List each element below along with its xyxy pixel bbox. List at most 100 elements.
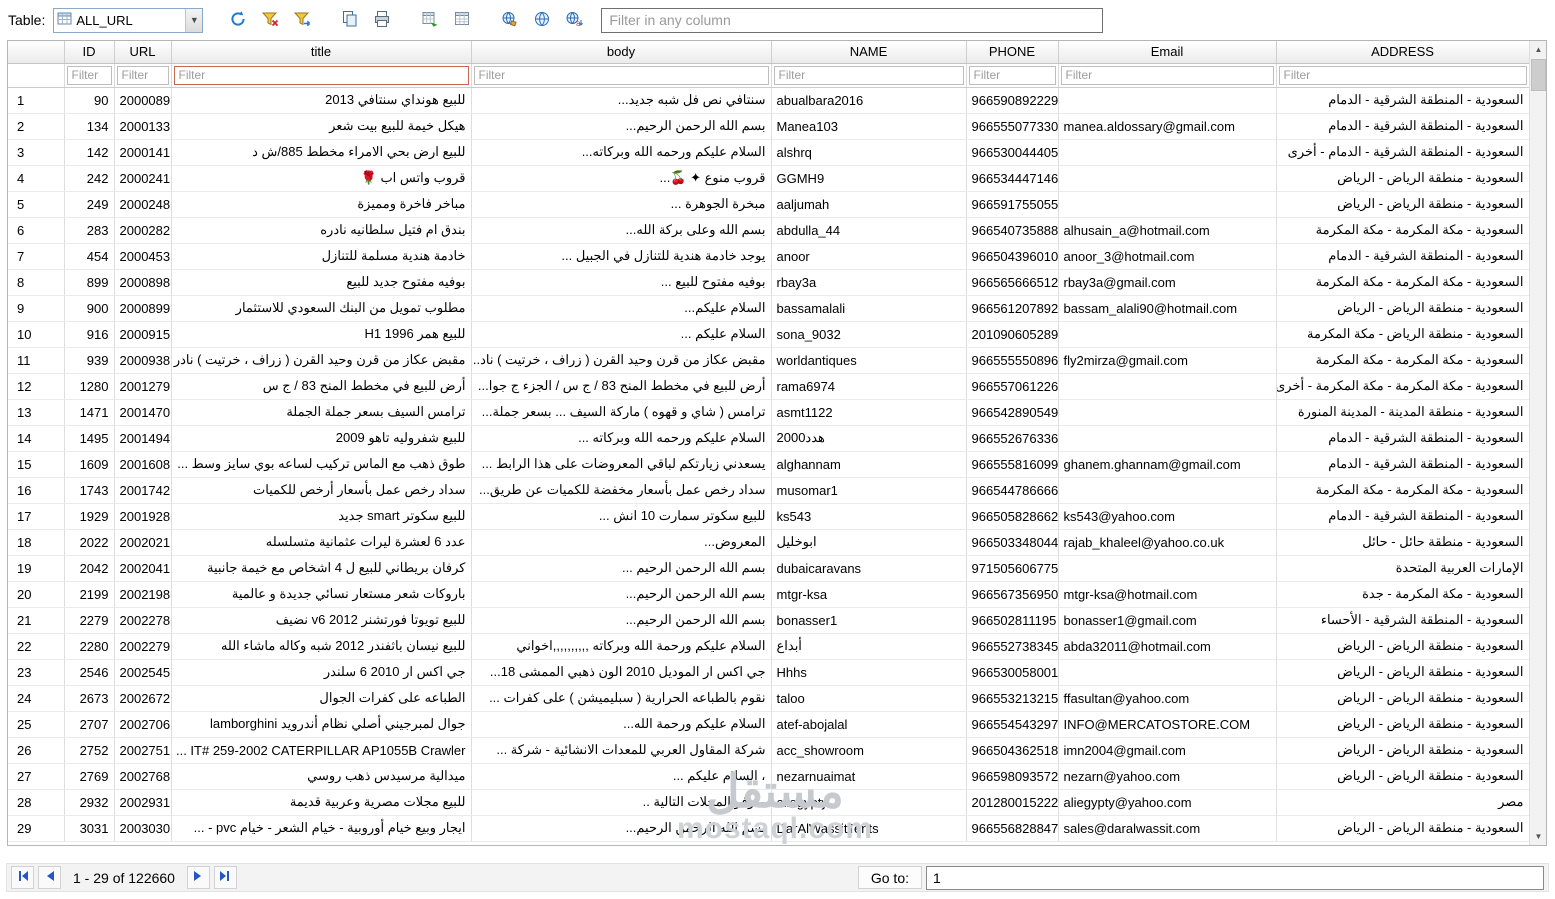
table-row[interactable]: 3 142 2000141 للبيع ارض بحي الامراء مخطط 88…: [8, 139, 1530, 166]
column-header-phone[interactable]: PHONE: [966, 41, 1059, 64]
cell-email[interactable]: rbay3a@gmail.com: [1058, 269, 1277, 296]
cell-url[interactable]: 2000282: [114, 217, 172, 244]
cell-phone[interactable]: 966502811195: [966, 607, 1059, 634]
cell-email[interactable]: [1058, 425, 1277, 452]
table-row[interactable]: 17 1929 2001928 للبيع سكوتر smart جديد للبيع…: [8, 503, 1530, 530]
cell-email[interactable]: ffasultan@yahoo.com: [1058, 685, 1277, 712]
cell-url[interactable]: 2000453: [114, 243, 172, 270]
cell-id[interactable]: 2932: [64, 789, 115, 816]
table-row[interactable]: 18 2022 2002021 عدد 6 لعشرة ليرات عثمانية م…: [8, 529, 1530, 556]
sort-translations-button[interactable]: a: [561, 7, 587, 33]
cell-name[interactable]: musomar1: [771, 477, 967, 504]
cell-name[interactable]: abualbara2016: [771, 87, 967, 114]
cell-id[interactable]: 2279: [64, 607, 115, 634]
cell-email[interactable]: [1058, 373, 1277, 400]
cell-name[interactable]: abdulla_44: [771, 217, 967, 244]
cell-title[interactable]: للبيع هونداي سنتافي 2013: [171, 87, 472, 114]
cell-body[interactable]: سنتافي نص فل شبه جديد...: [471, 87, 772, 114]
global-filter-input[interactable]: [601, 7, 1104, 33]
row-number[interactable]: 5: [8, 191, 65, 218]
cell-phone[interactable]: 966598093572: [966, 763, 1059, 790]
row-number[interactable]: 28: [8, 789, 65, 816]
cell-email[interactable]: bonasser1@gmail.com: [1058, 607, 1277, 634]
cell-title[interactable]: مقبض عكاز من قرن وحيد القرن ( زراف ، خرت…: [171, 347, 472, 374]
cell-address[interactable]: السعودية - المنطقة الشرقية - الدمام: [1276, 425, 1530, 452]
cell-body[interactable]: ترامس ( شاي و قهوه ) ماركة السيف ... بسع…: [471, 399, 772, 426]
cell-title[interactable]: بوفيه مفتوح جديد للبيع: [171, 269, 472, 296]
cell-url[interactable]: 2002751: [114, 737, 172, 764]
cell-body[interactable]: مقبض عكاز من قرن وحيد القرن ( زراف ، خرت…: [471, 347, 772, 374]
cell-body[interactable]: بسم الله الرحمن الرحيم...: [471, 581, 772, 608]
table-row[interactable]: 24 2673 2002672 الطباعه على كفرات الجوال نقو…: [8, 685, 1530, 712]
cell-url[interactable]: 2002706: [114, 711, 172, 738]
table-row[interactable]: 6 283 2000282 بندق ام فتيل سلطانيه نادره بسم…: [8, 217, 1530, 244]
row-number[interactable]: 23: [8, 659, 65, 686]
cell-address[interactable]: السعودية - مكة المكرمة - مكة المكرمة: [1276, 347, 1530, 374]
cell-email[interactable]: bassam_alali90@hotmail.com: [1058, 295, 1277, 322]
cell-body[interactable]: السلام عليكم ورحمة الله وبركاته ,,,,,,,,…: [471, 633, 772, 660]
cell-name[interactable]: ks543: [771, 503, 967, 530]
table-row[interactable]: 21 2279 2002278 للبيع تويوتا فورتشنر 2012 v…: [8, 607, 1530, 634]
cell-address[interactable]: السعودية - مكة المكرمة - مكة المكرمة - أ…: [1276, 373, 1530, 400]
filter-input-phone[interactable]: [968, 65, 1056, 85]
cell-url[interactable]: 2000141: [114, 139, 172, 166]
cell-phone[interactable]: 966505828662: [966, 503, 1059, 530]
cell-body[interactable]: بسم الله الرحمن الرحيم...: [471, 113, 772, 140]
cell-body[interactable]: بسم الله وعلى بركة الله...: [471, 217, 772, 244]
table-row[interactable]: 16 1743 2001742 سداد رخص عمل بأسعار أرخص لل…: [8, 477, 1530, 504]
cell-body[interactable]: السلام عليكم ورحمة الله...: [471, 711, 772, 738]
cell-body[interactable]: بسم الله الرحمن الرحيم...: [471, 607, 772, 634]
column-header-url[interactable]: URL: [114, 41, 172, 64]
cell-phone[interactable]: 966530044405: [966, 139, 1059, 166]
cell-name[interactable]: aliegypty: [771, 789, 967, 816]
cell-name[interactable]: anoor: [771, 243, 967, 270]
cell-name[interactable]: taloo: [771, 685, 967, 712]
cell-url[interactable]: 2000133: [114, 113, 172, 140]
cell-id[interactable]: 1609: [64, 451, 115, 478]
cell-email[interactable]: aliegypty@yahoo.com: [1058, 789, 1277, 816]
filter-input-url[interactable]: [116, 65, 169, 85]
table-row[interactable]: 23 2546 2002545 جي اكس ار 2010 6 سلندر جي اك…: [8, 659, 1530, 686]
cell-phone[interactable]: 966552676336: [966, 425, 1059, 452]
chevron-down-icon[interactable]: ▼: [185, 8, 203, 32]
cell-name[interactable]: bonasser1: [771, 607, 967, 634]
cell-body[interactable]: السلام عليكم ورحمه الله وبركاته ...: [471, 425, 772, 452]
cell-phone[interactable]: 966542890549: [966, 399, 1059, 426]
cell-address[interactable]: السعودية - منطقة الرياض - الرياض: [1276, 659, 1530, 686]
cell-phone[interactable]: 966544786666: [966, 477, 1059, 504]
row-number[interactable]: 1: [8, 87, 65, 114]
cell-id[interactable]: 249: [64, 191, 115, 218]
cell-name[interactable]: acc_showroom: [771, 737, 967, 764]
cell-title[interactable]: طوق ذهب مع الماس تركيب لساعه بوي سايز وس…: [171, 451, 472, 478]
vertical-scrollbar[interactable]: ▲ ▼: [1529, 41, 1546, 845]
row-number[interactable]: 29: [8, 815, 65, 842]
cell-title[interactable]: للبيع مجلات مصرية وعربية قديمة: [171, 789, 472, 816]
cell-phone[interactable]: 966554543297: [966, 711, 1059, 738]
cell-id[interactable]: 2752: [64, 737, 115, 764]
cell-body[interactable]: سداد رخص عمل بأسعار مخفضة للكميات عن طري…: [471, 477, 772, 504]
cell-id[interactable]: 242: [64, 165, 115, 192]
cell-phone[interactable]: 966540735888: [966, 217, 1059, 244]
cell-phone[interactable]: 966590892229: [966, 87, 1059, 114]
cell-name[interactable]: worldantiques: [771, 347, 967, 374]
cell-title[interactable]: ترامس السيف بسعر جملة الجملة: [171, 399, 472, 426]
cell-name[interactable]: mtgr-ksa: [771, 581, 967, 608]
cell-phone[interactable]: 201090605289: [966, 321, 1059, 348]
cell-address[interactable]: السعودية - المنطقة الشرقية - الدمام: [1276, 243, 1530, 270]
cell-phone[interactable]: 966503348044: [966, 529, 1059, 556]
cell-url[interactable]: 2002931: [114, 789, 172, 816]
column-header-title[interactable]: title: [171, 41, 472, 64]
cell-url[interactable]: 2002278: [114, 607, 172, 634]
cell-id[interactable]: 3031: [64, 815, 115, 842]
cell-title[interactable]: ميدالية مرسيدس ذهب روسي: [171, 763, 472, 790]
cell-title[interactable]: كرفان بريطاني للبيع ل 4 اشخاص مع خيمة جا…: [171, 555, 472, 582]
cell-email[interactable]: [1058, 191, 1277, 218]
column-header-name[interactable]: NAME: [771, 41, 967, 64]
row-number[interactable]: 7: [8, 243, 65, 270]
cell-phone[interactable]: 201280015222: [966, 789, 1059, 816]
cell-address[interactable]: السعودية - منطقة الرياض - مكة المكرمة: [1276, 321, 1530, 348]
table-selector[interactable]: ALL_URL ▼: [53, 7, 204, 33]
scroll-up-icon[interactable]: ▲: [1530, 41, 1546, 58]
cell-url[interactable]: 2001928: [114, 503, 172, 530]
cell-address[interactable]: مصر: [1276, 789, 1530, 816]
